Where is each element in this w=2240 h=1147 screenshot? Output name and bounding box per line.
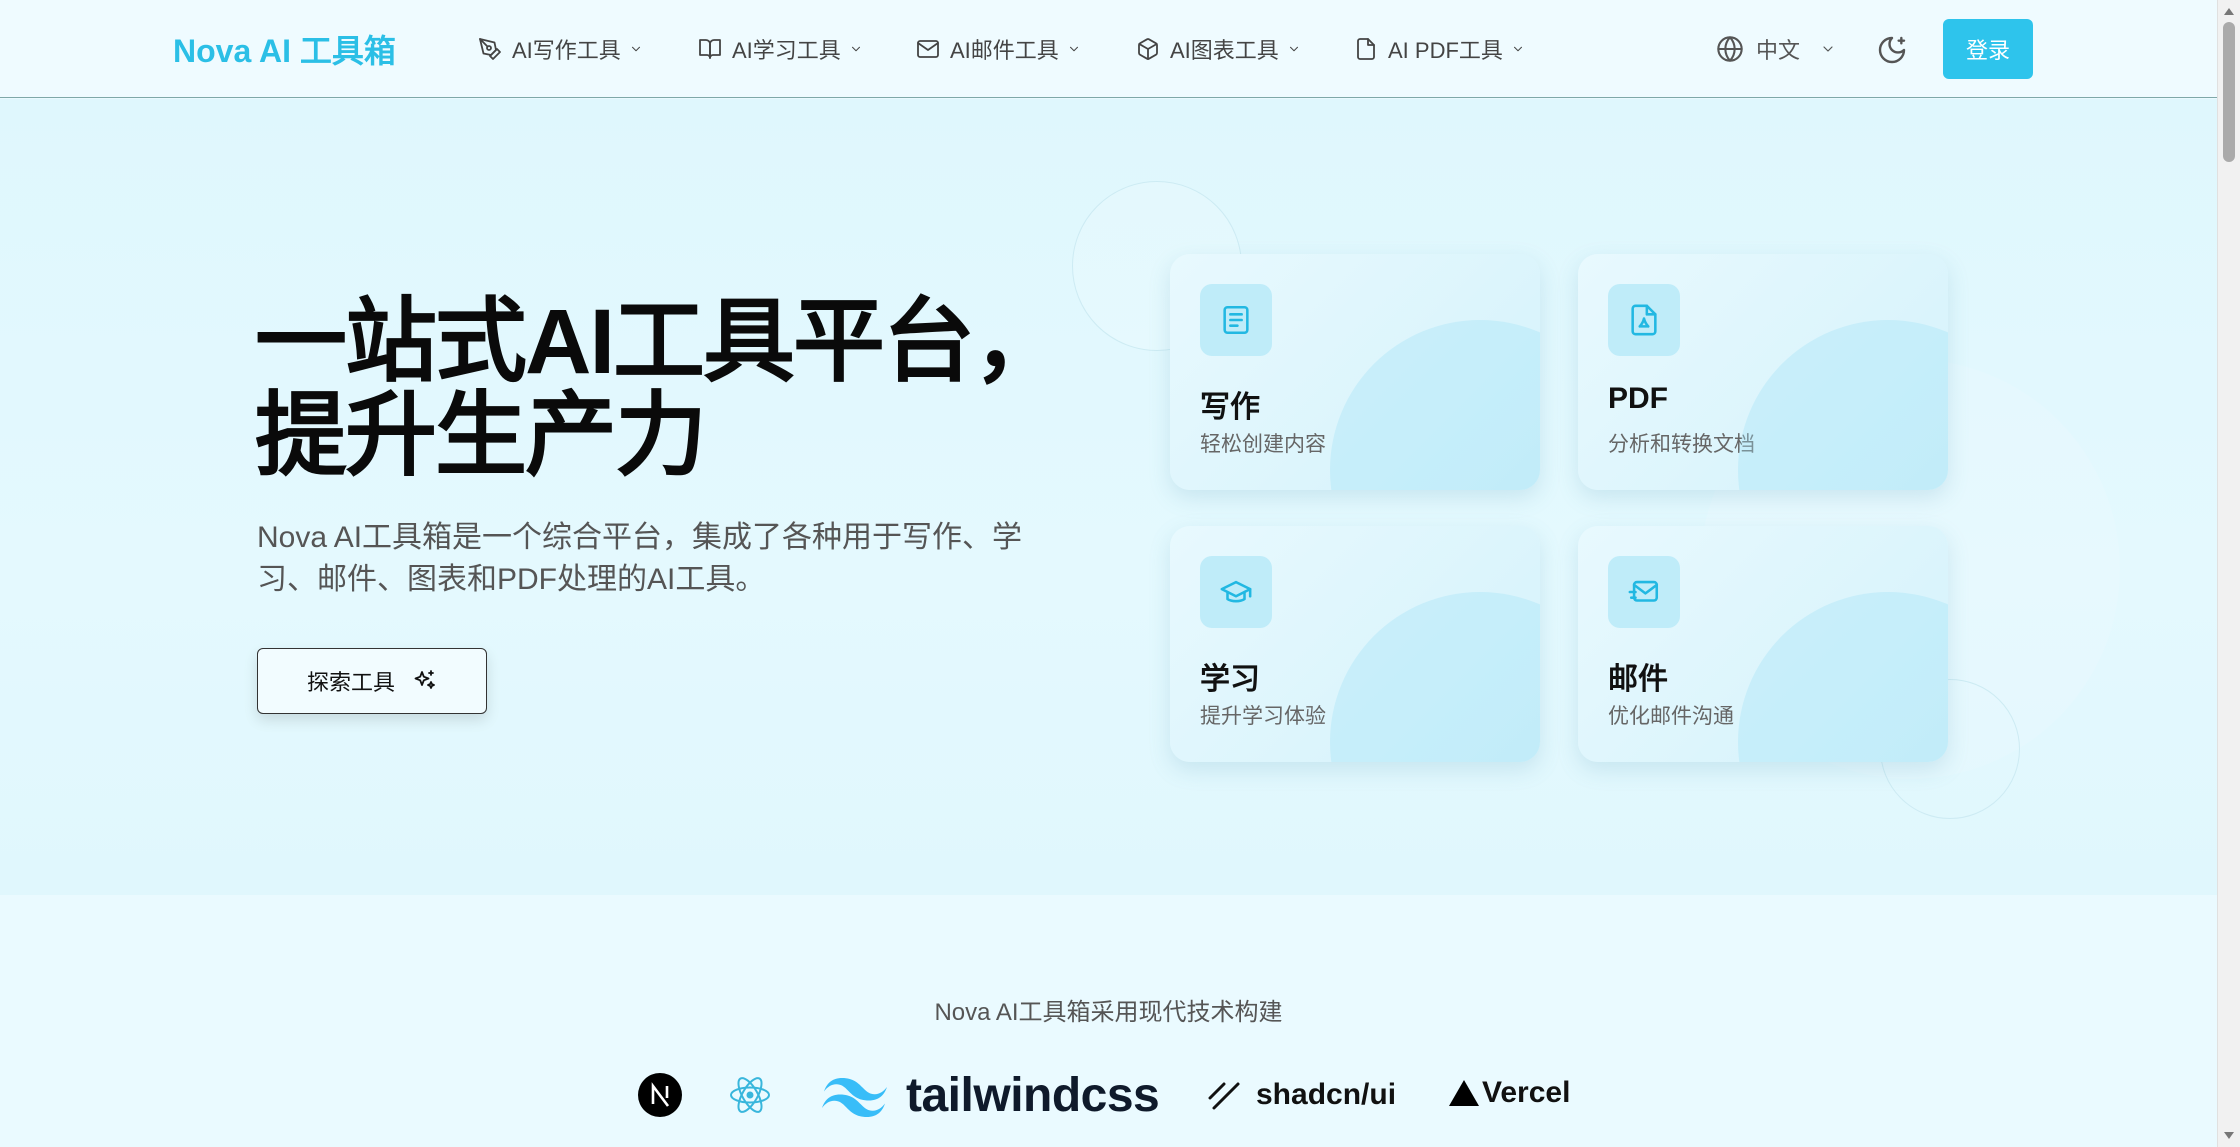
chevron-down-icon — [1069, 46, 1078, 52]
nav-label: AI邮件工具 — [950, 38, 1059, 63]
nav-label: AI写作工具 — [512, 38, 621, 63]
language-selector[interactable]: 中文 — [1716, 32, 1836, 66]
shadcn-slash-icon — [1208, 1082, 1240, 1110]
feature-card-writing[interactable]: 写作 轻松创建内容 — [1170, 254, 1540, 490]
site-logo[interactable]: Nova AI 工具箱 — [173, 26, 396, 72]
nav-label: AI图表工具 — [1170, 38, 1279, 63]
file-icon — [1357, 38, 1375, 60]
scroll-up-arrow[interactable] — [2224, 8, 2234, 15]
shadcn-label: shadcn/ui — [1256, 1078, 1397, 1111]
card-icon-box — [1200, 284, 1272, 356]
card-description: 分析和转换文档 — [1608, 433, 1755, 456]
book-open-icon — [699, 39, 721, 59]
nav-label: AI学习工具 — [732, 38, 841, 63]
file-pdf-icon — [1631, 304, 1657, 336]
moon-star-icon — [1878, 36, 1906, 64]
nav-ai-chart-tools[interactable]: AI图表工具 — [1136, 32, 1301, 66]
hero-title-line2: 提升生产力 — [255, 385, 707, 487]
card-icon-box — [1200, 556, 1272, 628]
shadcn-logo[interactable]: shadcn/ui — [1208, 1078, 1396, 1112]
chevron-down-icon — [1513, 46, 1522, 52]
chevron-down-icon — [851, 46, 860, 52]
box-icon — [1138, 38, 1158, 60]
language-label: 中文 — [1756, 38, 1801, 63]
vercel-triangle-icon — [1449, 1080, 1479, 1106]
login-button[interactable]: 登录 — [1943, 19, 2033, 79]
vertical-scrollbar[interactable] — [2217, 0, 2240, 1147]
chevron-down-icon — [631, 46, 640, 52]
card-title: PDF — [1608, 382, 1668, 415]
nav-ai-learning-tools[interactable]: AI学习工具 — [698, 32, 863, 66]
tailwind-wave-icon — [822, 1077, 887, 1117]
explore-tools-button[interactable]: 探索工具 — [257, 648, 487, 714]
hero-subtitle: Nova AI工具箱是一个综合平台，集成了各种用于写作、学习、邮件、图表和PDF… — [257, 521, 1023, 596]
hero-title: 一站式AI工具平台， 提升生产力 — [255, 291, 1065, 487]
chevron-down-icon — [1823, 46, 1833, 52]
react-icon — [730, 1077, 770, 1113]
card-title: 学习 — [1200, 663, 1260, 696]
sparkles-icon — [414, 670, 435, 689]
feature-card-pdf[interactable]: PDF 分析和转换文档 — [1578, 254, 1948, 490]
nav-ai-pdf-tools[interactable]: AI PDF工具 — [1354, 32, 1525, 66]
scroll-thumb[interactable] — [2223, 22, 2235, 162]
pen-tool-icon — [479, 38, 501, 60]
nextjs-icon — [638, 1073, 682, 1117]
explore-label: 探索工具 — [306, 670, 395, 695]
card-title: 邮件 — [1608, 663, 1668, 696]
card-description: 提升学习体验 — [1200, 705, 1326, 728]
nextjs-logo[interactable] — [638, 1073, 682, 1117]
nav-label: AI PDF工具 — [1388, 38, 1503, 63]
card-description: 轻松创建内容 — [1200, 433, 1326, 456]
hero-section: 一站式AI工具平台， 提升生产力 Nova AI工具箱是一个综合平台，集成了各种… — [0, 99, 2217, 895]
nav-ai-writing-tools[interactable]: AI写作工具 — [478, 32, 643, 66]
tech-caption: Nova AI工具箱采用现代技术构建 — [934, 999, 1283, 1026]
page: Nova AI 工具箱 AI写作工具 AI学习工具 AI邮件工具 AI图表工具 … — [0, 0, 2240, 1147]
feature-card-learning[interactable]: 学习 提升学习体验 — [1170, 526, 1540, 762]
react-logo[interactable] — [728, 1073, 772, 1117]
mail-icon — [917, 40, 939, 58]
theme-toggle-button[interactable] — [1876, 34, 1910, 68]
card-icon-box — [1608, 284, 1680, 356]
document-text-icon — [1223, 305, 1249, 335]
tailwindcss-logo[interactable]: tailwindcss — [818, 1068, 1160, 1123]
globe-icon — [1717, 36, 1743, 62]
chevron-down-icon — [1289, 46, 1298, 52]
hero-title-line1: 一站式AI工具平台， — [255, 291, 1065, 393]
feature-card-email[interactable]: 邮件 优化邮件沟通 — [1578, 526, 1948, 762]
scroll-down-arrow[interactable] — [2224, 1132, 2234, 1139]
graduation-cap-icon — [1220, 580, 1252, 603]
top-navbar: Nova AI 工具箱 AI写作工具 AI学习工具 AI邮件工具 AI图表工具 … — [0, 0, 2217, 98]
tailwind-label: tailwindcss — [906, 1069, 1160, 1122]
card-title: 写作 — [1200, 391, 1260, 424]
vercel-label: Vercel — [1482, 1076, 1571, 1109]
card-description: 优化邮件沟通 — [1608, 705, 1734, 728]
nav-ai-email-tools[interactable]: AI邮件工具 — [916, 32, 1081, 66]
mail-send-icon — [1628, 580, 1659, 602]
card-icon-box — [1608, 556, 1680, 628]
vercel-logo[interactable]: Vercel — [1448, 1076, 1570, 1110]
